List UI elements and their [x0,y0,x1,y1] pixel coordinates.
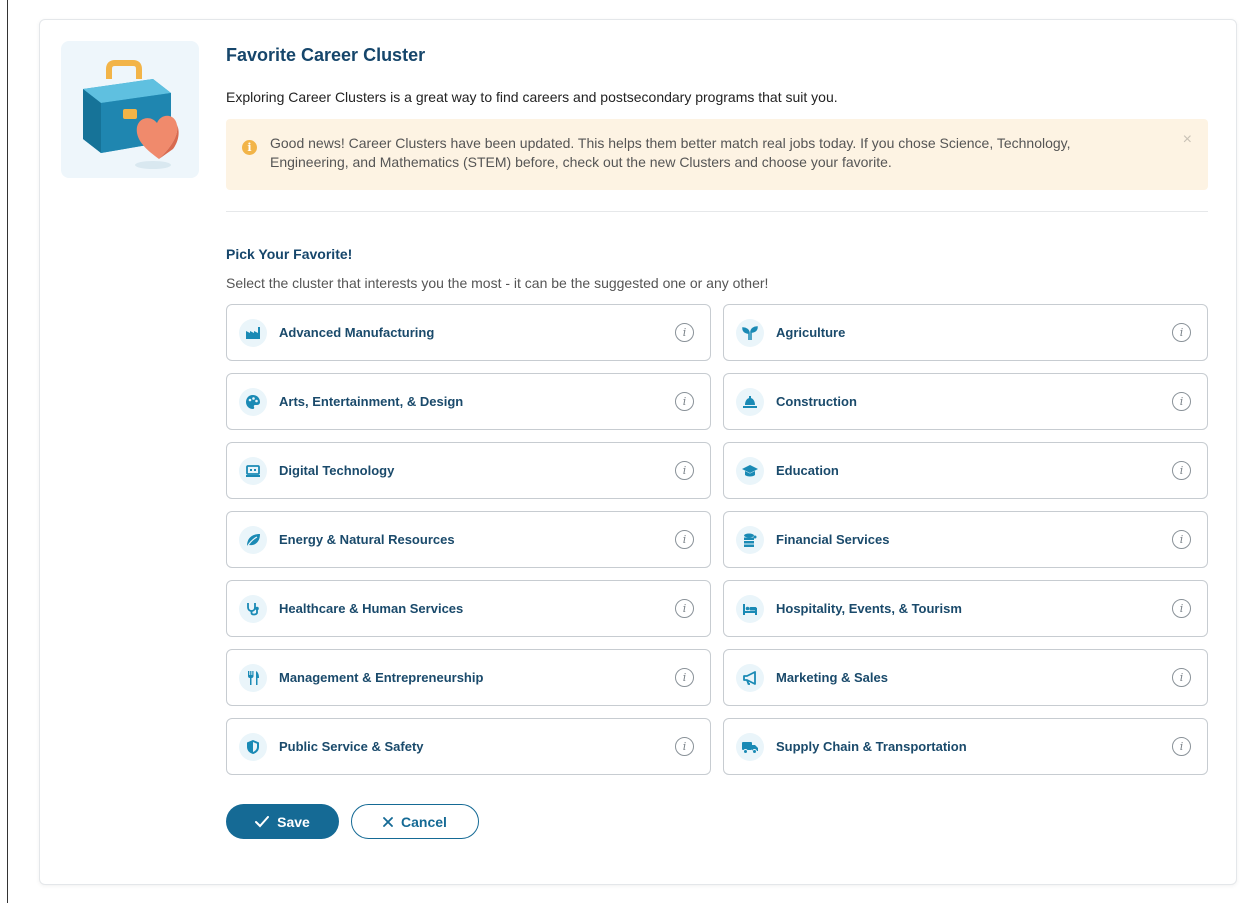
save-label: Save [277,813,310,830]
info-icon[interactable]: i [1172,737,1191,756]
intro-text: Exploring Career Clusters is a great way… [226,89,838,105]
briefcase-heart-icon [83,60,179,169]
info-icon[interactable]: i [675,737,694,756]
cluster-label: Public Service & Safety [279,739,424,754]
cluster-grid: Advanced Manufacturing i Agriculture i A… [226,304,1208,775]
cancel-button[interactable]: Cancel [351,804,479,839]
info-icon[interactable]: i [1172,323,1191,342]
divider [226,211,1208,212]
hard-hat-icon [736,387,764,416]
graduation-cap-icon [736,456,764,485]
info-icon[interactable]: i [675,392,694,411]
cluster-option-public-service-safety[interactable]: Public Service & Safety i [226,718,711,775]
cluster-option-construction[interactable]: Construction i [723,373,1208,430]
cluster-option-marketing-sales[interactable]: Marketing & Sales i [723,649,1208,706]
info-icon[interactable]: i [1172,392,1191,411]
shield-icon [239,732,267,761]
cluster-label: Agriculture [776,325,846,340]
info-icon[interactable]: i [675,323,694,342]
briefcase-heart-illustration [61,41,199,178]
save-button[interactable]: Save [226,804,339,839]
bed-icon [736,594,764,623]
cluster-option-financial-services[interactable]: Financial Services i [723,511,1208,568]
checkmark-icon [255,815,270,827]
stethoscope-icon [239,594,267,623]
cluster-option-advanced-manufacturing[interactable]: Advanced Manufacturing i [226,304,711,361]
cluster-option-agriculture[interactable]: Agriculture i [723,304,1208,361]
update-alert: i Good news! Career Clusters have been u… [226,119,1208,190]
info-icon: i [242,140,257,155]
window-edge [7,0,8,903]
cluster-label: Financial Services [776,532,890,547]
cluster-option-arts-entertainment-design[interactable]: Arts, Entertainment, & Design i [226,373,711,430]
info-icon[interactable]: i [675,599,694,618]
form-actions: Save Cancel [226,804,1208,839]
cluster-option-hospitality-events-tourism[interactable]: Hospitality, Events, & Tourism i [723,580,1208,637]
alert-close-icon[interactable]: × [1183,130,1192,149]
cluster-label: Hospitality, Events, & Tourism [776,601,962,616]
leaf-icon [239,525,267,554]
pick-title: Pick Your Favorite! [226,246,353,262]
cluster-label: Arts, Entertainment, & Design [279,394,464,409]
info-icon[interactable]: i [675,461,694,480]
cluster-option-energy-natural-resources[interactable]: Energy & Natural Resources i [226,511,711,568]
cluster-label: Education [776,463,839,478]
favorite-cluster-card: Favorite Career Cluster Exploring Career… [39,19,1237,885]
info-icon[interactable]: i [1172,530,1191,549]
main-content: Favorite Career Cluster Exploring Career… [226,42,1208,839]
close-icon [383,816,393,827]
cluster-option-education[interactable]: Education i [723,442,1208,499]
truck-icon [736,732,764,761]
cluster-label: Management & Entrepreneurship [279,670,484,685]
cluster-label: Healthcare & Human Services [279,601,464,616]
info-icon[interactable]: i [675,530,694,549]
alert-text: Good news! Career Clusters have been upd… [270,135,1071,170]
pick-subtitle: Select the cluster that interests you th… [226,275,769,291]
utensils-icon [239,663,267,692]
cluster-option-digital-technology[interactable]: Digital Technology i [226,442,711,499]
info-icon[interactable]: i [1172,668,1191,687]
cluster-label: Construction [776,394,857,409]
cluster-label: Supply Chain & Transportation [776,739,967,754]
info-icon[interactable]: i [675,668,694,687]
cancel-label: Cancel [401,813,447,830]
cluster-option-management-entrepreneurship[interactable]: Management & Entrepreneurship i [226,649,711,706]
megaphone-icon [736,663,764,692]
cluster-label: Digital Technology [279,463,395,478]
info-icon[interactable]: i [1172,599,1191,618]
sprout-icon [736,318,764,347]
page-title: Favorite Career Cluster [226,45,426,65]
cluster-option-supply-chain-transportation[interactable]: Supply Chain & Transportation i [723,718,1208,775]
cluster-label: Marketing & Sales [776,670,888,685]
cluster-label: Energy & Natural Resources [279,532,455,547]
info-icon[interactable]: i [1172,461,1191,480]
cluster-label: Advanced Manufacturing [279,325,435,340]
coins-icon [736,525,764,554]
cluster-option-healthcare-human-services[interactable]: Healthcare & Human Services i [226,580,711,637]
factory-icon [239,318,267,347]
laptop-icon [239,456,267,485]
palette-icon [239,387,267,416]
